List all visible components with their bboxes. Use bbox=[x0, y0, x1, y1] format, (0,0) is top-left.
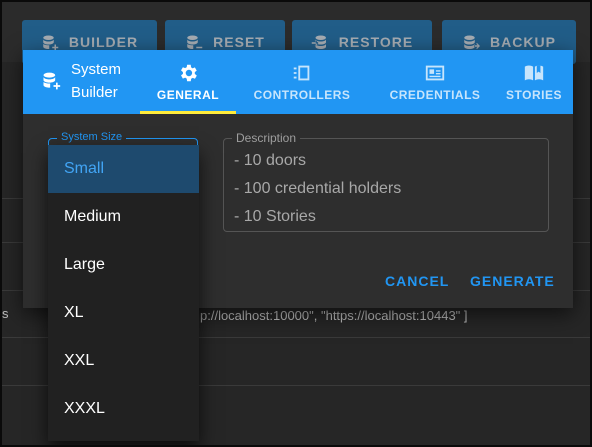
size-option-xl[interactable]: XL bbox=[48, 289, 199, 337]
cancel-button[interactable]: CANCEL bbox=[385, 273, 449, 289]
controller-icon bbox=[293, 65, 310, 81]
gear-icon bbox=[181, 64, 197, 82]
table-cell-urls: p://localhost:10000", "https://localhost… bbox=[200, 308, 468, 323]
id-card-icon bbox=[425, 65, 445, 81]
tab-general-label: GENERAL bbox=[156, 88, 220, 102]
tab-controllers[interactable]: CONTROLLERS bbox=[246, 50, 358, 114]
database-plus-icon bbox=[43, 72, 61, 90]
tab-controllers-label: CONTROLLERS bbox=[253, 88, 351, 102]
tab-indicator bbox=[140, 111, 236, 114]
dialog-title: System Builder bbox=[41, 58, 121, 104]
tab-stories-label: STORIES bbox=[506, 88, 562, 102]
size-option-small[interactable]: Small bbox=[48, 145, 199, 193]
tab-credentials-label: CREDENTIALS bbox=[389, 88, 481, 102]
dialog-title-line1: System bbox=[71, 61, 122, 78]
app-window: BUILDER RESET RESTORE BACKUP s p://local… bbox=[0, 0, 592, 447]
reset-button-label: RESET bbox=[213, 34, 265, 50]
size-option-xxl[interactable]: XXL bbox=[48, 337, 199, 385]
backup-button-label: BACKUP bbox=[490, 34, 556, 50]
tab-general[interactable]: GENERAL bbox=[140, 50, 236, 114]
book-icon bbox=[524, 65, 544, 81]
size-option-xxxl[interactable]: XXXL bbox=[48, 385, 199, 433]
builder-button-label: BUILDER bbox=[68, 34, 139, 50]
description-label: Description bbox=[232, 131, 301, 145]
table-cell-text: s bbox=[2, 306, 9, 321]
dialog-header: System Builder GENERAL CONTROLLERS CREDE… bbox=[23, 50, 573, 114]
size-option-medium[interactable]: Medium bbox=[48, 193, 199, 241]
tab-stories[interactable]: STORIES bbox=[501, 50, 567, 114]
description-line: - 10 Stories bbox=[234, 208, 316, 225]
dialog-title-line2: Builder bbox=[71, 84, 118, 101]
restore-button-label: RESTORE bbox=[338, 34, 414, 50]
system-size-label: System Size bbox=[57, 131, 127, 143]
description-line: - 100 credential holders bbox=[234, 180, 402, 197]
generate-button[interactable]: GENERATE bbox=[470, 273, 555, 289]
description-line: - 10 doors bbox=[234, 152, 307, 169]
description-field: Description - 10 doors - 100 credential … bbox=[223, 131, 549, 232]
tab-credentials[interactable]: CREDENTIALS bbox=[379, 50, 491, 114]
size-option-large[interactable]: Large bbox=[48, 241, 199, 289]
system-size-menu: Small Medium Large XL XXL XXXL bbox=[48, 145, 199, 441]
